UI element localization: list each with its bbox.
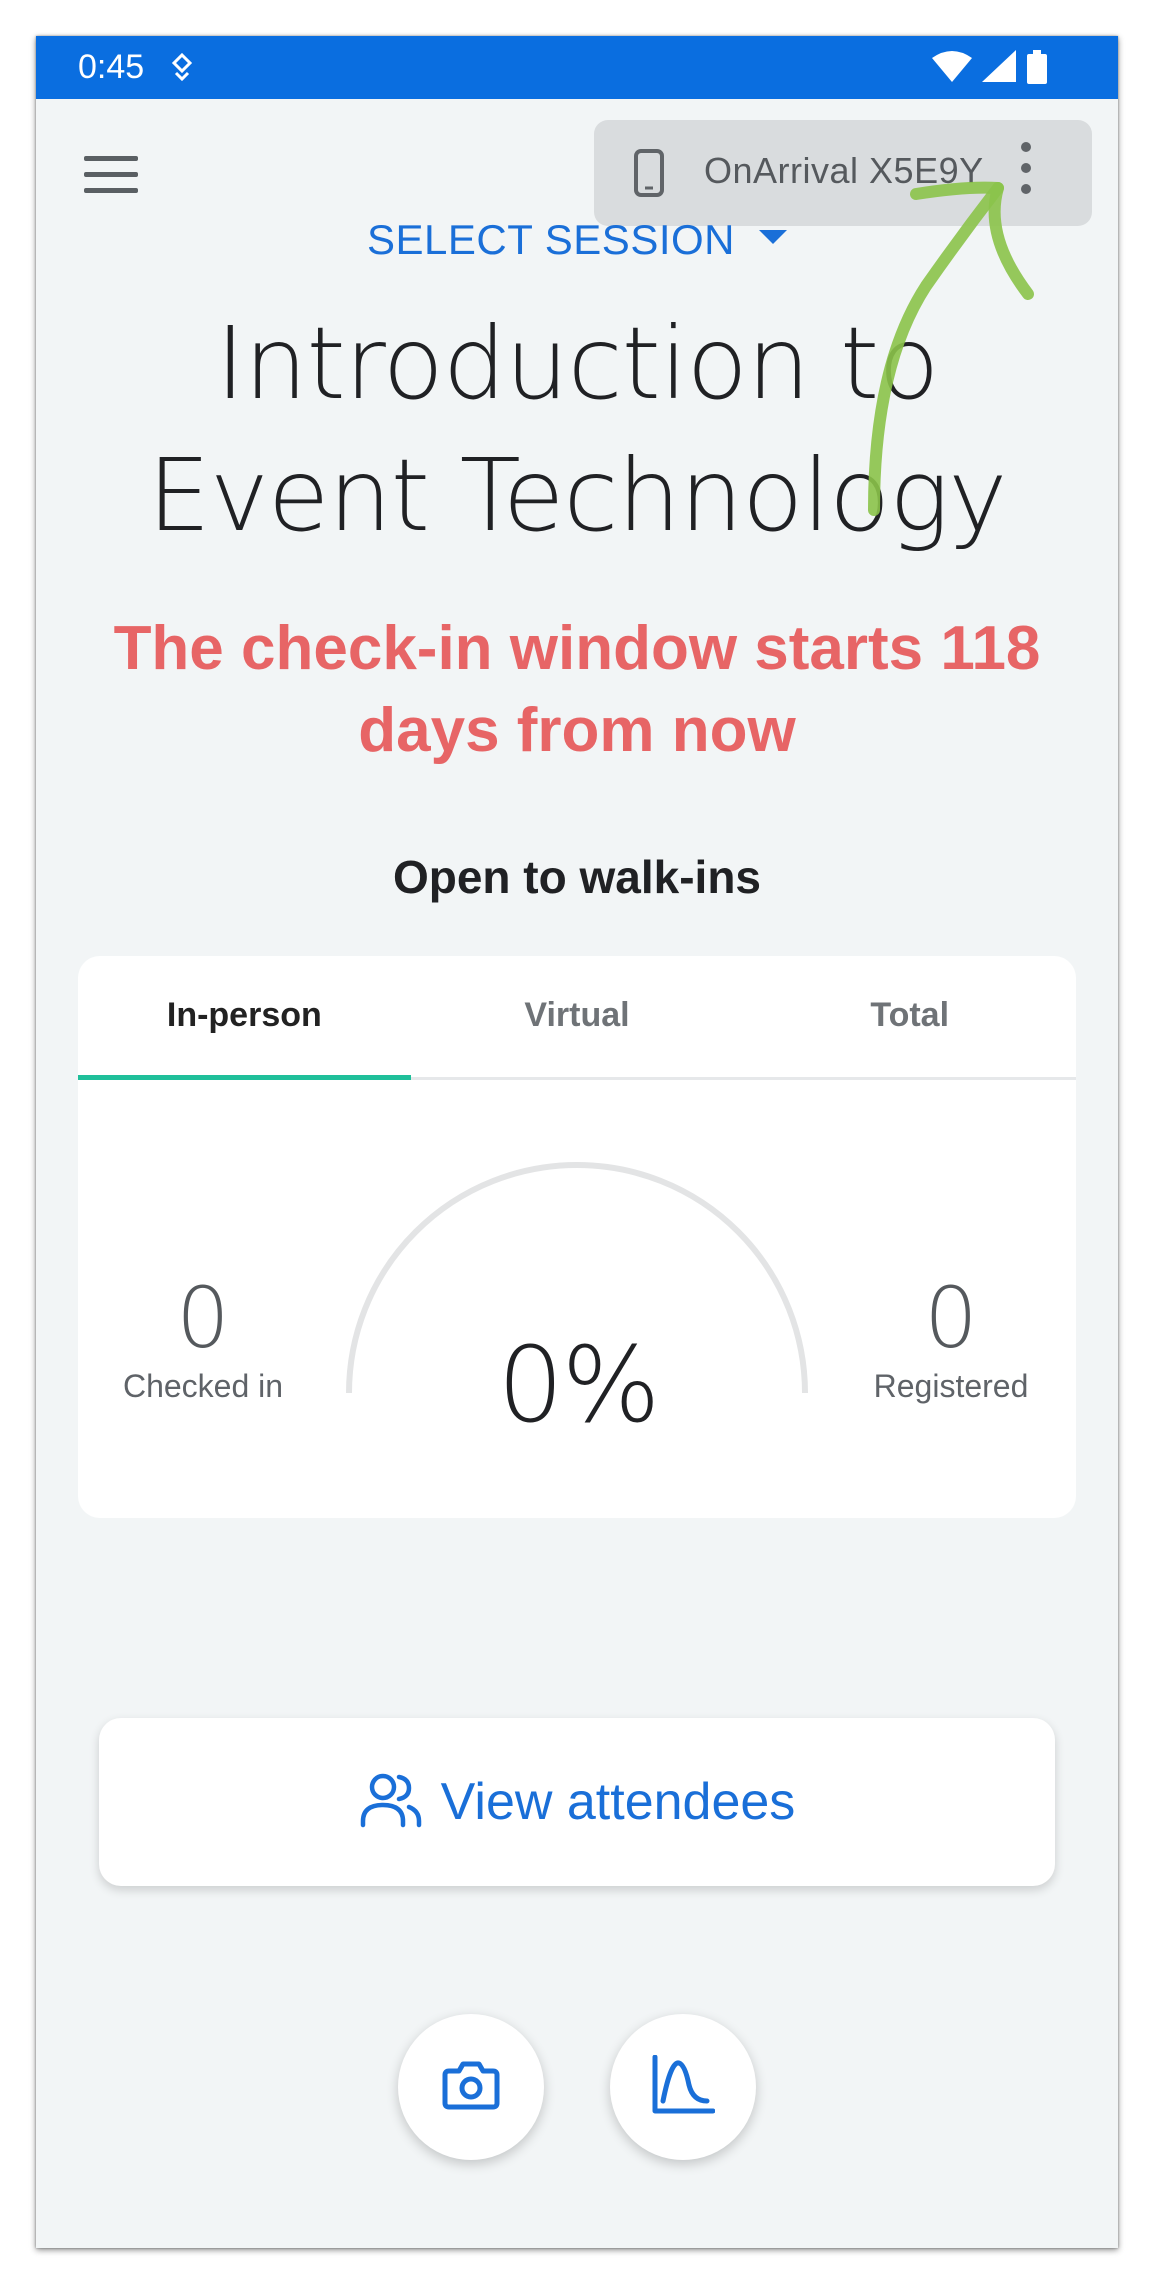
view-attendees-label: View attendees <box>440 1773 796 1831</box>
registered-label: Registered <box>873 1368 1029 1404</box>
walkins-heading: Open to walk-ins <box>392 851 762 903</box>
camera-icon <box>441 2059 501 2116</box>
device-name: OnArrival X5E9Y <box>704 150 984 191</box>
select-session-button[interactable]: SELECT SESSION <box>36 216 1118 264</box>
tab-in-person[interactable]: In-person <box>78 956 411 1080</box>
event-title: Introduction to Event Technology <box>96 298 1058 562</box>
analytics-button[interactable] <box>610 2014 756 2160</box>
notification-icon <box>170 52 194 86</box>
phone-icon <box>632 149 666 202</box>
more-vertical-icon[interactable] <box>1006 142 1046 206</box>
checked-in-label: Checked in <box>122 1368 284 1404</box>
status-bar: 0:45 <box>36 36 1118 99</box>
attendance-card: In-person Virtual Total 0 Checked in 0% … <box>78 956 1076 1518</box>
checked-in-stat: 0 Checked in <box>78 1270 328 1405</box>
users-icon <box>359 1771 423 1834</box>
attendance-tabs: In-person Virtual Total <box>78 956 1076 1080</box>
caret-down-icon <box>759 229 788 244</box>
event-title-line1: Introduction to <box>215 305 940 422</box>
select-session-label: SELECT SESSION <box>366 216 736 263</box>
registered-stat: 0 Registered <box>826 1270 1076 1405</box>
tab-virtual[interactable]: Virtual <box>411 956 744 1077</box>
tab-total[interactable]: Total <box>743 956 1076 1077</box>
registered-count: 0 <box>924 1269 978 1367</box>
battery-icon <box>1026 50 1048 89</box>
gauge-percent: 0% <box>497 1324 661 1446</box>
attendance-gauge: 0 Checked in 0% 0 Registered <box>78 1080 1076 1518</box>
camera-button[interactable] <box>398 2014 544 2160</box>
checked-in-count: 0 <box>176 1269 230 1367</box>
status-time: 0:45 <box>78 48 145 86</box>
chart-icon <box>651 2054 716 2120</box>
device-selector[interactable]: OnArrival X5E9Y <box>594 120 1092 226</box>
event-title-line2: Event Technology <box>147 437 1008 554</box>
view-attendees-button[interactable]: View attendees <box>99 1718 1055 1886</box>
signal-icon <box>982 50 1016 87</box>
checkin-window-message: The check-in window starts 118 days from… <box>113 614 1041 765</box>
hamburger-menu-icon[interactable] <box>84 156 138 198</box>
app-screen: 0:45 OnArrival X5E9Y SELECT SESSION Intr… <box>36 36 1118 2248</box>
wifi-icon <box>932 50 972 87</box>
